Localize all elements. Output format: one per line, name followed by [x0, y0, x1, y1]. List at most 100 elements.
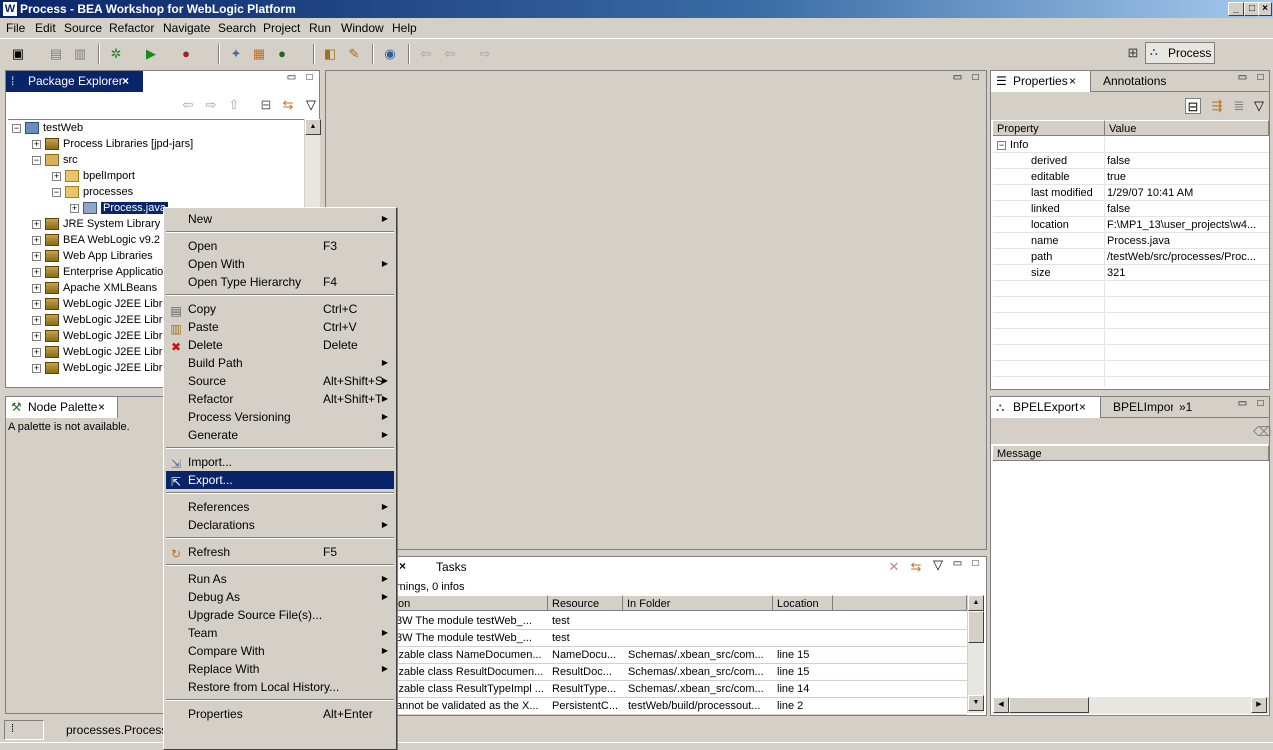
tree-item-src[interactable]: − src [32, 152, 78, 168]
restore-default-icon[interactable]: ≣ [1231, 98, 1247, 114]
column-header[interactable]: on [394, 595, 548, 611]
print-icon[interactable]: ▥ [72, 46, 88, 62]
maximize-view-icon[interactable]: □ [304, 73, 315, 84]
property-value[interactable]: Process.java [1107, 233, 1267, 249]
menu-file[interactable]: File [6, 21, 25, 35]
menu-help[interactable]: Help [392, 21, 417, 35]
property-value[interactable]: 1/29/07 10:41 AM [1107, 185, 1267, 201]
view-menu-icon[interactable]: ▽ [930, 557, 946, 573]
column-message[interactable]: Message [993, 445, 1269, 461]
menu-item-refactor[interactable]: Refactor Alt+Shift+T ▶ [166, 390, 394, 408]
close-icon[interactable]: × [1069, 71, 1076, 92]
menu-item-open-with[interactable]: Open With ▶ [166, 255, 394, 273]
scroll-down-icon[interactable]: ▼ [968, 695, 984, 711]
minimize-button[interactable]: _ [1228, 2, 1244, 16]
scroll-thumb[interactable] [968, 611, 984, 643]
forward-icon[interactable]: ⇨ [477, 46, 493, 62]
tab-annotations[interactable]: Annotations [1091, 71, 1171, 92]
filter-icon[interactable]: ⇶ [1209, 98, 1225, 114]
tab-node-palette[interactable]: ⚒ Node Palette × [6, 397, 118, 418]
back-icon[interactable]: ⇦ [442, 46, 458, 62]
categories-icon[interactable]: ⊟ [1185, 98, 1201, 114]
scroll-thumb[interactable] [1009, 697, 1089, 713]
scroll-up-icon[interactable]: ▲ [968, 595, 984, 611]
menu-item-open[interactable]: Open F3 [166, 237, 394, 255]
menu-item-new[interactable]: New ▶ [166, 210, 394, 228]
menu-source[interactable]: Source [64, 21, 102, 35]
menu-item-build-path[interactable]: Build Path ▶ [166, 354, 394, 372]
scroll-up-icon[interactable]: ▲ [305, 119, 321, 135]
menu-navigate[interactable]: Navigate [163, 21, 210, 35]
tree-item[interactable]: + Process Libraries [jpd-jars] [32, 136, 193, 152]
column-header[interactable]: Resource [548, 595, 623, 611]
menu-item-run-as[interactable]: Run As ▶ [166, 570, 394, 588]
search-icon[interactable]: ✎ [346, 46, 362, 62]
run-icon[interactable]: ▶ [143, 46, 159, 62]
menu-item-import[interactable]: ⇲ Import... [166, 453, 394, 471]
menu-item-team[interactable]: Team ▶ [166, 624, 394, 642]
new-package-icon[interactable]: ▦ [251, 46, 267, 62]
new-class-icon[interactable]: ● [274, 46, 290, 62]
minimize-view-icon[interactable]: ▭ [952, 559, 963, 570]
debug-icon[interactable]: ✲ [108, 46, 124, 62]
tree-item[interactable]: + WebLogic J2EE Libr [32, 360, 162, 376]
close-button[interactable]: × [1258, 2, 1272, 16]
column-property[interactable]: Property [993, 120, 1105, 136]
new-project-icon[interactable]: ✦ [228, 46, 244, 62]
fast-view-icon[interactable]: ⁞ [11, 723, 14, 735]
tree-item[interactable]: + Apache XMLBeans [32, 280, 157, 296]
up-icon[interactable]: ⇧ [226, 97, 242, 113]
tab-package-explorer[interactable]: ⁞ Package Explorer × [6, 71, 143, 92]
close-icon[interactable]: × [1079, 397, 1086, 418]
menu-item-declarations[interactable]: Declarations ▶ [166, 516, 394, 534]
maximize-view-icon[interactable]: □ [970, 73, 981, 84]
property-value[interactable]: /testWeb/src/processes/Proc... [1107, 249, 1267, 265]
menu-refactor[interactable]: Refactor [109, 21, 154, 35]
menu-item-refresh[interactable]: ↻ Refresh F5 [166, 543, 394, 561]
scroll-right-icon[interactable]: ▶ [1251, 697, 1267, 713]
tree-item[interactable]: + WebLogic J2EE Libr [32, 312, 162, 328]
tab-tasks[interactable]: Tasks [414, 557, 470, 578]
menu-window[interactable]: Window [341, 21, 384, 35]
tree-item[interactable]: + WebLogic J2EE Libr [32, 344, 162, 360]
column-value[interactable]: Value [1105, 120, 1269, 136]
minimize-view-icon[interactable]: ▭ [952, 73, 963, 84]
clear-icon[interactable]: ⌫ [1253, 424, 1271, 440]
last-edit-icon[interactable]: ⇦ [418, 46, 434, 62]
minimize-view-icon[interactable]: ▭ [286, 73, 297, 84]
group-info[interactable]: − Info [997, 137, 1028, 153]
menu-item-upgrade-source-file-s[interactable]: Upgrade Source File(s)... [166, 606, 394, 624]
close-icon[interactable]: × [122, 71, 129, 92]
menu-item-compare-with[interactable]: Compare With ▶ [166, 642, 394, 660]
property-value[interactable]: false [1107, 201, 1267, 217]
menu-project[interactable]: Project [263, 21, 300, 35]
menu-item-export[interactable]: ⇱ Export... [166, 471, 394, 489]
menu-item-references[interactable]: References ▶ [166, 498, 394, 516]
tree-item[interactable]: + Enterprise Applicatio [32, 264, 163, 280]
menu-item-process-versioning[interactable]: Process Versioning ▶ [166, 408, 394, 426]
tab-bpel-import[interactable]: BPELImport [1101, 397, 1178, 418]
menu-item-delete[interactable]: ✖ Delete Delete [166, 336, 394, 354]
scroll-left-icon[interactable]: ◀ [993, 697, 1009, 713]
menu-item-paste[interactable]: ▥ Paste Ctrl+V [166, 318, 394, 336]
close-icon[interactable]: × [98, 397, 105, 418]
minimize-view-icon[interactable]: ▭ [1237, 399, 1248, 410]
menu-item-debug-as[interactable]: Debug As ▶ [166, 588, 394, 606]
tree-item[interactable]: + JRE System Library [32, 216, 160, 232]
tree-item[interactable]: − processes [52, 184, 133, 200]
delete-icon[interactable]: ✕ [886, 559, 902, 575]
collapse-all-icon[interactable]: ⊟ [258, 97, 274, 113]
perspective-process[interactable]: ⛬ Process [1145, 42, 1215, 64]
tree-item[interactable]: + WebLogic J2EE Libr [32, 328, 162, 344]
globe-icon[interactable]: ◉ [382, 46, 398, 62]
maximize-view-icon[interactable]: □ [1255, 399, 1266, 410]
open-type-icon[interactable]: ◧ [322, 46, 338, 62]
tree-item[interactable]: + BEA WebLogic v9.2 [32, 232, 160, 248]
minimize-view-icon[interactable]: ▭ [1237, 73, 1248, 84]
menu-item-restore-from-local-history[interactable]: Restore from Local History... [166, 678, 394, 696]
open-perspective-icon[interactable]: ⊞ [1125, 45, 1141, 61]
menu-item-source[interactable]: Source Alt+Shift+S ▶ [166, 372, 394, 390]
tree-item-selected[interactable]: + Process.java [70, 200, 169, 216]
link-editor-icon[interactable]: ⇆ [280, 97, 296, 113]
property-value[interactable]: true [1107, 169, 1267, 185]
